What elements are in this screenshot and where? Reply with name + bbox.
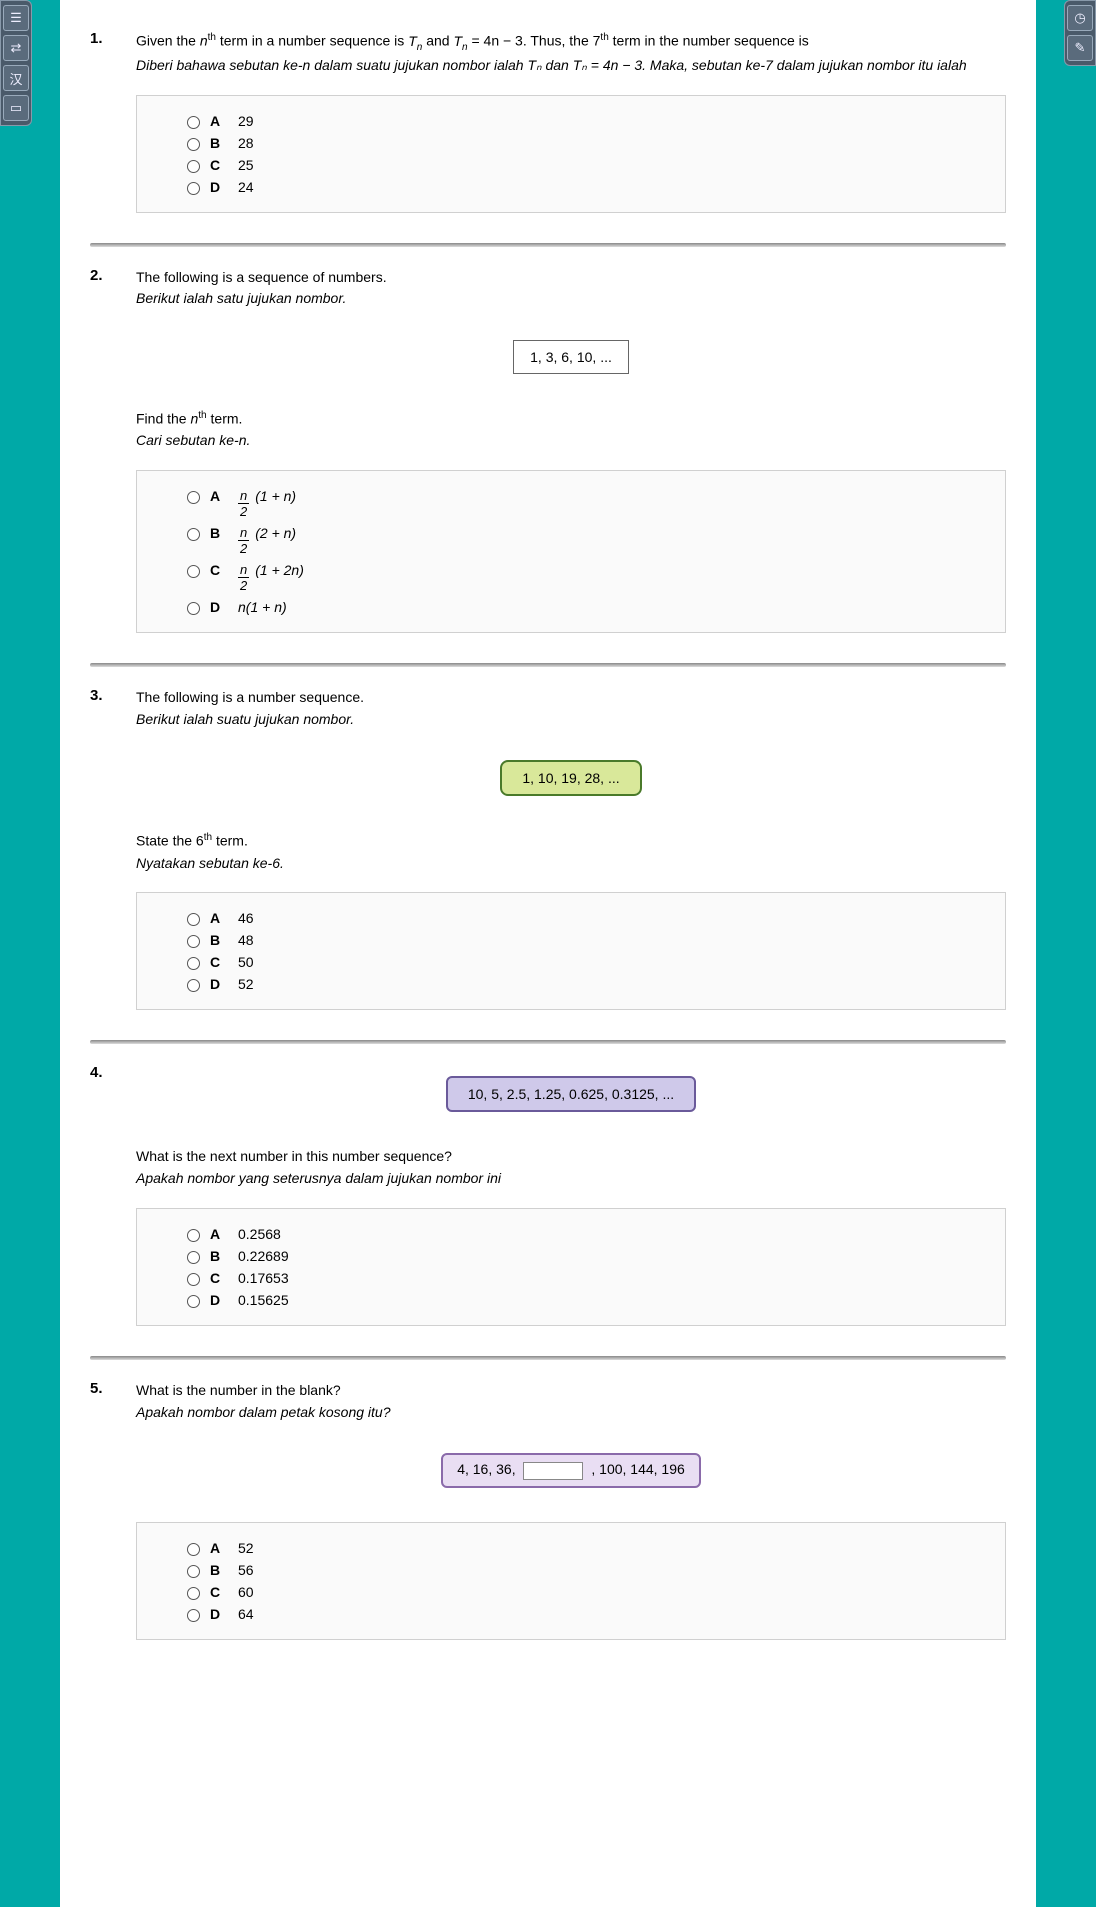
sub-prompt: Find the nth term. Cari sebutan ke-n.	[136, 408, 1006, 452]
radio-icon[interactable]	[187, 160, 200, 173]
option-b[interactable]: B28	[187, 132, 975, 154]
option-d[interactable]: D0.15625	[187, 1289, 975, 1311]
tool-clock-icon[interactable]: ◷	[1067, 5, 1093, 31]
tool-translate-icon[interactable]: 汉	[3, 65, 29, 91]
option-b[interactable]: B48	[187, 929, 975, 951]
radio-icon[interactable]	[187, 602, 200, 615]
question-number: 4.	[90, 1064, 118, 1325]
radio-icon[interactable]	[187, 1273, 200, 1286]
question-text: What is the next number in this number s…	[136, 1146, 1006, 1189]
radio-icon[interactable]	[187, 116, 200, 129]
radio-icon[interactable]	[187, 182, 200, 195]
question-1: 1. Given the nth term in a number sequen…	[60, 10, 1036, 223]
radio-icon[interactable]	[187, 1229, 200, 1242]
tool-notes-icon[interactable]: ✎	[1067, 35, 1093, 61]
answer-block: A n2(1 + n) B n2(2 + n) C n2(1 + 2n) D n…	[136, 470, 1006, 633]
option-d[interactable]: D n(1 + n)	[187, 596, 975, 618]
sequence-box: 4, 16, 36, , 100, 144, 196	[441, 1453, 701, 1487]
option-c[interactable]: C50	[187, 951, 975, 973]
answer-block: A46 B48 C50 D52	[136, 892, 1006, 1010]
option-a[interactable]: A0.2568	[187, 1223, 975, 1245]
radio-icon[interactable]	[187, 979, 200, 992]
right-toolbar: ◷ ✎	[1064, 0, 1096, 66]
radio-icon[interactable]	[187, 528, 200, 541]
radio-icon[interactable]	[187, 1295, 200, 1308]
sequence-box: 1, 3, 6, 10, ...	[513, 340, 629, 374]
option-b[interactable]: B n2(2 + n)	[187, 522, 975, 559]
worksheet: 1. Given the nth term in a number sequen…	[60, 0, 1036, 1907]
question-number: 1.	[90, 30, 118, 213]
tool-present-icon[interactable]: ▭	[3, 95, 29, 121]
option-c[interactable]: C60	[187, 1581, 975, 1603]
option-d[interactable]: D64	[187, 1603, 975, 1625]
radio-icon[interactable]	[187, 138, 200, 151]
radio-icon[interactable]	[187, 1251, 200, 1264]
sequence-box: 1, 10, 19, 28, ...	[500, 760, 641, 796]
option-b[interactable]: B0.22689	[187, 1245, 975, 1267]
question-text: The following is a number sequence. Beri…	[136, 687, 1006, 730]
question-2: 2. The following is a sequence of number…	[60, 247, 1036, 643]
question-3: 3. The following is a number sequence. B…	[60, 667, 1036, 1020]
question-text: The following is a sequence of numbers. …	[136, 267, 1006, 310]
option-a[interactable]: A52	[187, 1537, 975, 1559]
question-5: 5. What is the number in the blank? Apak…	[60, 1360, 1036, 1650]
question-number: 5.	[90, 1380, 118, 1640]
tool-doc-icon[interactable]: ☰	[3, 5, 29, 31]
radio-icon[interactable]	[187, 491, 200, 504]
answer-block: A0.2568 B0.22689 C0.17653 D0.15625	[136, 1208, 1006, 1326]
question-4: 4. 10, 5, 2.5, 1.25, 0.625, 0.3125, ... …	[60, 1044, 1036, 1335]
radio-icon[interactable]	[187, 565, 200, 578]
radio-icon[interactable]	[187, 1543, 200, 1556]
radio-icon[interactable]	[187, 957, 200, 970]
option-c[interactable]: C25	[187, 154, 975, 176]
answer-block: A52 B56 C60 D64	[136, 1522, 1006, 1640]
option-a[interactable]: A29	[187, 110, 975, 132]
radio-icon[interactable]	[187, 1587, 200, 1600]
radio-icon[interactable]	[187, 935, 200, 948]
radio-icon[interactable]	[187, 1565, 200, 1578]
radio-icon[interactable]	[187, 1609, 200, 1622]
option-a[interactable]: A n2(1 + n)	[187, 485, 975, 522]
answer-block: A29 B28 C25 D24	[136, 95, 1006, 213]
option-c[interactable]: C0.17653	[187, 1267, 975, 1289]
option-a[interactable]: A46	[187, 907, 975, 929]
radio-icon[interactable]	[187, 913, 200, 926]
option-d[interactable]: D52	[187, 973, 975, 995]
sequence-box: 10, 5, 2.5, 1.25, 0.625, 0.3125, ...	[446, 1076, 696, 1112]
sub-prompt: State the 6th term. Nyatakan sebutan ke-…	[136, 830, 1006, 874]
question-number: 2.	[90, 267, 118, 633]
question-number: 3.	[90, 687, 118, 1010]
option-b[interactable]: B56	[187, 1559, 975, 1581]
tool-swap-icon[interactable]: ⇄	[3, 35, 29, 61]
option-c[interactable]: C n2(1 + 2n)	[187, 559, 975, 596]
option-d[interactable]: D24	[187, 176, 975, 198]
blank-input[interactable]	[523, 1462, 583, 1480]
question-text: Given the nth term in a number sequence …	[136, 30, 1006, 77]
left-toolbar: ☰ ⇄ 汉 ▭	[0, 0, 32, 126]
question-text: What is the number in the blank? Apakah …	[136, 1380, 1006, 1423]
